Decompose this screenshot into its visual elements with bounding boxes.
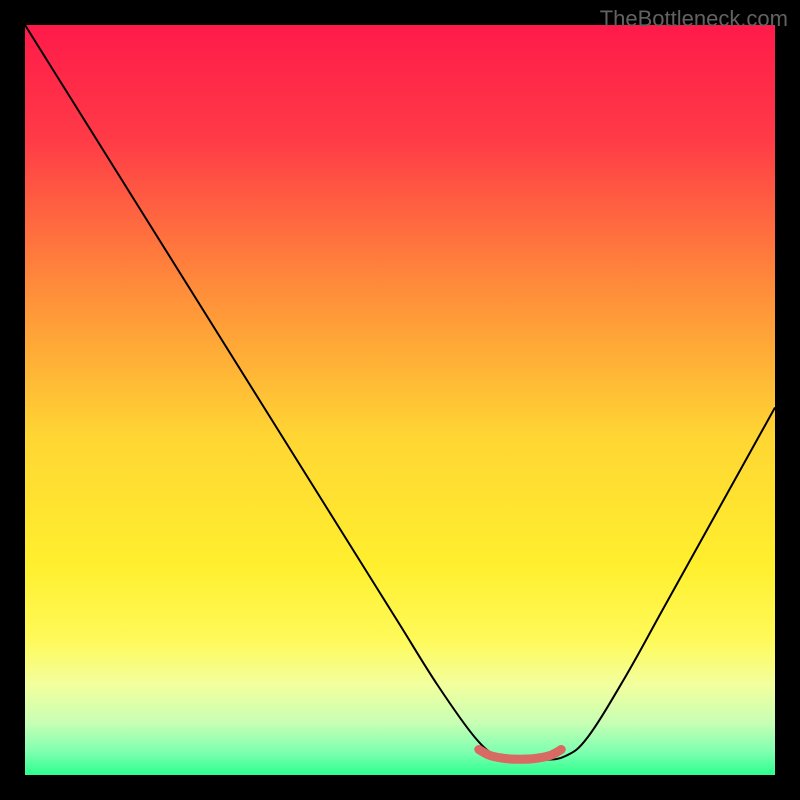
bottleneck-curve-line [25,25,775,761]
chart-container [25,25,775,775]
watermark-text: TheBottleneck.com [600,6,788,32]
chart-plot-area [25,25,775,775]
optimal-range-marker-line [479,750,562,760]
